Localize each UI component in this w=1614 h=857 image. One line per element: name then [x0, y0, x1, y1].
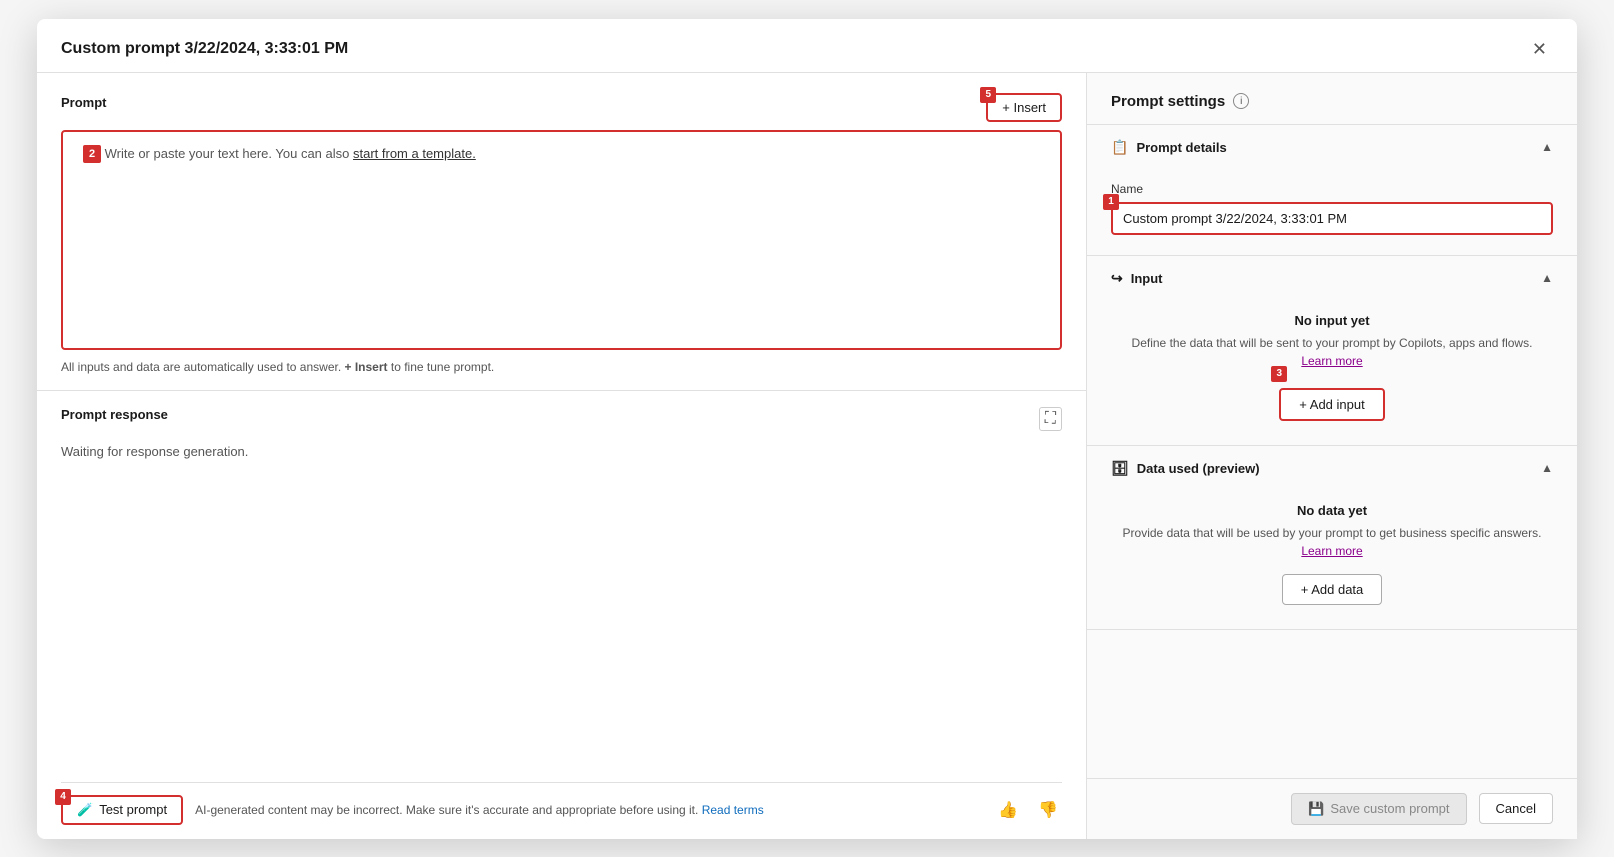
test-label: Test prompt — [99, 802, 167, 817]
data-learn-more-link[interactable]: Learn more — [1301, 544, 1362, 558]
insert-label: + Insert — [1002, 100, 1046, 115]
left-footer: 4 🧪 Test prompt AI-generated content may… — [61, 782, 1062, 839]
dialog-title: Custom prompt 3/22/2024, 3:33:01 PM — [61, 40, 348, 58]
response-header: Prompt response ⛶ — [61, 407, 1062, 432]
no-data-desc: Provide data that will be used by your p… — [1111, 524, 1553, 560]
insert-button[interactable]: 5 + Insert — [986, 93, 1062, 122]
input-section-title: ↪ Input — [1111, 270, 1163, 287]
info-icon[interactable]: i — [1233, 93, 1249, 109]
annotation-4: 4 — [55, 789, 71, 805]
input-section: ↪ Input ▲ No input yet Define the data t… — [1087, 256, 1577, 446]
dialog-header: Custom prompt 3/22/2024, 3:33:01 PM ✕ — [37, 19, 1577, 73]
thumbs-up-button[interactable]: 👍 — [994, 798, 1022, 822]
no-input-desc: Define the data that will be sent to you… — [1111, 334, 1553, 370]
read-terms-link[interactable]: Read terms — [702, 803, 764, 817]
no-input-title: No input yet — [1111, 313, 1553, 328]
input-section-header[interactable]: ↪ Input ▲ — [1087, 256, 1577, 301]
add-data-button[interactable]: + Add data — [1282, 574, 1383, 605]
data-used-body: No data yet Provide data that will be us… — [1087, 491, 1577, 629]
prompt-details-section: 📋 Prompt details ▲ Name 1 — [1087, 125, 1577, 256]
prompt-placeholder: Write or paste your text here. You can a… — [105, 146, 476, 161]
data-used-section: 🗄 Data used (preview) ▲ No data yet Prov… — [1087, 446, 1577, 630]
data-used-title: 🗄 Data used (preview) — [1111, 460, 1260, 477]
data-used-header[interactable]: 🗄 Data used (preview) ▲ — [1087, 446, 1577, 491]
dialog: Custom prompt 3/22/2024, 3:33:01 PM ✕ Pr… — [37, 19, 1577, 839]
input-icon: ↪ — [1111, 270, 1123, 287]
save-icon: 💾 — [1308, 801, 1324, 817]
close-button[interactable]: ✕ — [1526, 37, 1553, 62]
right-panel: Prompt settings i 📋 Prompt details ▲ Nam… — [1087, 73, 1577, 839]
add-input-wrapper: 3 + Add input — [1279, 374, 1384, 425]
input-section-body: No input yet Define the data that will b… — [1087, 301, 1577, 445]
no-data-title: No data yet — [1111, 503, 1553, 518]
name-input[interactable] — [1111, 202, 1553, 235]
annotation-2: 2 — [83, 145, 101, 163]
annotation-1: 1 — [1103, 194, 1119, 210]
footer-disclaimer: AI-generated content may be incorrect. M… — [195, 803, 982, 817]
save-label: Save custom prompt — [1330, 801, 1449, 816]
prompt-details-header[interactable]: 📋 Prompt details ▲ — [1087, 125, 1577, 170]
input-learn-more-link[interactable]: Learn more — [1301, 354, 1362, 368]
right-panel-title: Prompt settings — [1111, 93, 1225, 110]
prompt-toolbar: Prompt 5 + Insert — [61, 93, 1062, 122]
response-section: Prompt response ⛶ Waiting for response g… — [61, 391, 1062, 774]
annotation-3: 3 — [1271, 366, 1287, 382]
dialog-body: Prompt 5 + Insert 2 Write or paste your … — [37, 73, 1577, 839]
expand-icon[interactable]: ⛶ — [1039, 407, 1062, 431]
right-header: Prompt settings i — [1087, 73, 1577, 125]
prompt-hint: All inputs and data are automatically us… — [61, 360, 1062, 374]
annotation-5: 5 — [980, 87, 996, 103]
data-used-icon: 🗄 — [1111, 460, 1129, 477]
response-label: Prompt response — [61, 407, 168, 422]
prompt-details-body: Name 1 — [1087, 170, 1577, 255]
name-input-wrapper: 1 — [1111, 202, 1553, 235]
thumbs-down-button[interactable]: 👎 — [1034, 798, 1062, 822]
test-icon: 🧪 — [77, 802, 93, 818]
save-button[interactable]: 💾 Save custom prompt — [1291, 793, 1466, 825]
cancel-button[interactable]: Cancel — [1479, 793, 1553, 824]
template-link[interactable]: start from a template. — [353, 146, 476, 161]
input-chevron: ▲ — [1541, 271, 1553, 285]
prompt-details-chevron: ▲ — [1541, 140, 1553, 154]
prompt-textarea[interactable]: 2 Write or paste your text here. You can… — [61, 130, 1062, 350]
right-footer: 💾 Save custom prompt Cancel — [1087, 778, 1577, 839]
right-body: 📋 Prompt details ▲ Name 1 — [1087, 125, 1577, 778]
prompt-details-title: 📋 Prompt details — [1111, 139, 1227, 156]
left-panel: Prompt 5 + Insert 2 Write or paste your … — [37, 73, 1087, 839]
data-used-chevron: ▲ — [1541, 461, 1553, 475]
prompt-details-icon: 📋 — [1111, 139, 1128, 156]
prompt-label: Prompt — [61, 95, 107, 110]
name-field-label: Name — [1111, 182, 1553, 196]
test-prompt-button[interactable]: 4 🧪 Test prompt — [61, 795, 183, 825]
add-input-button[interactable]: + Add input — [1279, 388, 1384, 421]
response-text: Waiting for response generation. — [61, 444, 1062, 774]
